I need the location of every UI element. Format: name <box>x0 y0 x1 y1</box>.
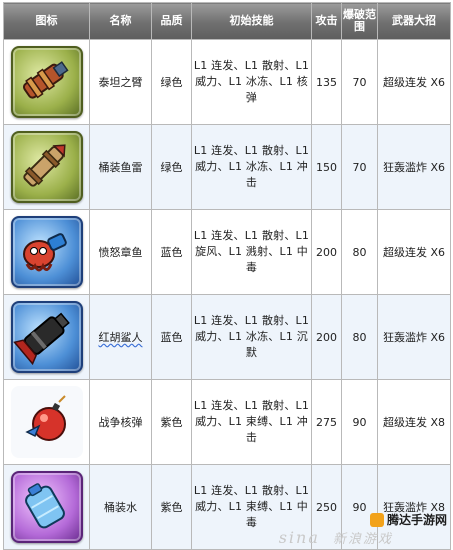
header-skills: 初始技能 <box>191 2 312 40</box>
weapon-name: 泰坦之臂 <box>89 39 152 125</box>
weapon-name: 愤怒章鱼 <box>89 209 152 295</box>
titan-arm-icon <box>10 46 83 118</box>
header-attack: 攻击 <box>311 2 342 40</box>
weapon-quality: 紫色 <box>151 464 192 550</box>
weapon-skills: L1 连发、L1 散射、L1 旋风、L1 溅射、L1 中 毒 <box>191 209 312 295</box>
weapon-blast: 80 <box>341 294 378 380</box>
header-icon: 图标 <box>3 2 90 40</box>
header-blast: 爆破范围 <box>341 2 378 40</box>
weapon-quality: 紫色 <box>151 379 192 465</box>
weapon-attack: 200 <box>311 294 342 380</box>
table-row: 泰坦之臂 绿色 L1 连发、L1 散射、L1 威力、L1 冰冻、L1 核 弹 1… <box>3 39 451 125</box>
icon-cell <box>3 39 90 125</box>
site-watermark: 腾达手游网 <box>369 511 447 528</box>
war-nuke-icon <box>10 386 83 458</box>
red-beard-shark-icon <box>10 301 83 373</box>
barrel-water-icon <box>10 471 83 543</box>
weapon-skills: L1 连发、L1 散射、L1 威力、L1 冰冻、L1 冲 击 <box>191 124 312 210</box>
weapon-blast: 70 <box>341 39 378 125</box>
weapon-skills: L1 连发、L1 散射、L1 威力、L1 束缚、L1 冲 击 <box>191 379 312 465</box>
site-logo-icon <box>369 512 384 527</box>
weapon-name: 红胡鲨人 <box>89 294 152 380</box>
weapon-quality: 绿色 <box>151 39 192 125</box>
site-watermark-text: 腾达手游网 <box>386 513 447 527</box>
icon-cell <box>3 124 90 210</box>
icon-cell <box>3 464 90 550</box>
weapon-ult: 超级连发 X6 <box>377 39 451 125</box>
icon-cell <box>3 209 90 295</box>
header-name: 名称 <box>89 2 152 40</box>
table-row: 红胡鲨人 蓝色 L1 连发、L1 散射、L1 威力、L1 冰冻、L1 沉 默 2… <box>3 294 451 380</box>
table-row: 战争核弹 紫色 L1 连发、L1 散射、L1 威力、L1 束缚、L1 冲 击 2… <box>3 379 451 465</box>
weapon-ult: 狂轰滥炸 X6 <box>377 294 451 380</box>
header-quality: 品质 <box>151 2 192 40</box>
icon-cell <box>3 379 90 465</box>
weapon-table-page: 图标 名称 品质 初始技能 攻击 爆破范围 武器大招 泰坦之臂 绿色 L1 连发… <box>0 0 453 550</box>
weapon-name: 桶装鱼雷 <box>89 124 152 210</box>
table-row: 桶装鱼雷 绿色 L1 连发、L1 散射、L1 威力、L1 冰冻、L1 冲 击 1… <box>3 124 451 210</box>
weapon-ult: 狂轰滥炸 X6 <box>377 124 451 210</box>
weapon-blast: 80 <box>341 209 378 295</box>
weapon-name: 桶装水 <box>89 464 152 550</box>
weapon-skills: L1 连发、L1 散射、L1 威力、L1 冰冻、L1 沉 默 <box>191 294 312 380</box>
weapon-attack: 200 <box>311 209 342 295</box>
barrel-torpedo-icon <box>10 131 83 203</box>
angry-octopus-icon <box>10 216 83 288</box>
table-header-row: 图标 名称 品质 初始技能 攻击 爆破范围 武器大招 <box>3 2 451 40</box>
weapon-name: 战争核弹 <box>89 379 152 465</box>
icon-cell <box>3 294 90 380</box>
header-ult: 武器大招 <box>377 2 451 40</box>
weapon-ult: 超级连发 X6 <box>377 209 451 295</box>
weapon-attack: 135 <box>311 39 342 125</box>
sina-watermark: sina 新浪游戏 <box>278 528 393 547</box>
weapon-ult: 超级连发 X8 <box>377 379 451 465</box>
weapon-attack: 150 <box>311 124 342 210</box>
weapon-skills: L1 连发、L1 散射、L1 威力、L1 冰冻、L1 核 弹 <box>191 39 312 125</box>
weapon-blast: 90 <box>341 379 378 465</box>
weapon-quality: 蓝色 <box>151 209 192 295</box>
weapon-attack: 275 <box>311 379 342 465</box>
weapon-blast: 70 <box>341 124 378 210</box>
weapon-quality: 蓝色 <box>151 294 192 380</box>
weapon-table: 图标 名称 品质 初始技能 攻击 爆破范围 武器大招 泰坦之臂 绿色 L1 连发… <box>3 2 451 550</box>
table-row: 愤怒章鱼 蓝色 L1 连发、L1 散射、L1 旋风、L1 溅射、L1 中 毒 2… <box>3 209 451 295</box>
weapon-quality: 绿色 <box>151 124 192 210</box>
